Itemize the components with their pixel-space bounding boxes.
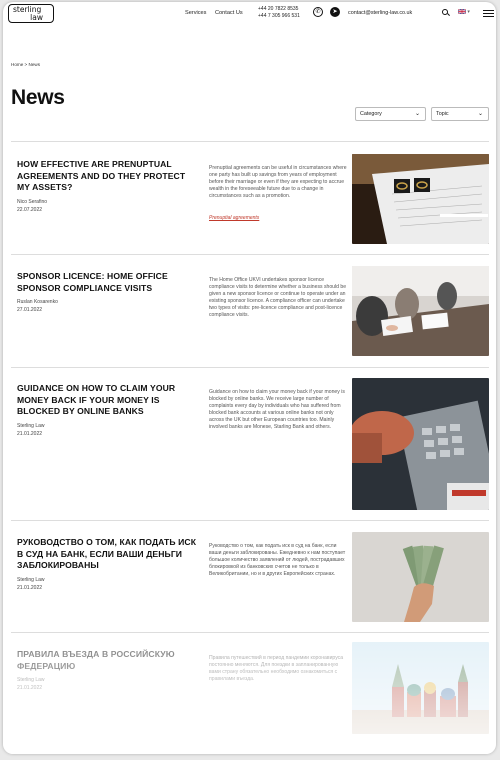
article-title[interactable]: HOW EFFECTIVE ARE PRENUPTUAL AGREEMENTS … [17,159,197,194]
category-filter[interactable]: Category ⌄ [355,107,426,121]
article-image[interactable] [352,378,489,510]
site-header: sterling law Services Contact Us +44 20 … [3,2,496,26]
article-image[interactable] [352,532,489,622]
divider [11,367,489,368]
email-link[interactable]: contact@sterling-law.co.uk [348,10,412,16]
logo-line2: law [30,12,43,22]
article-author: Ruslan Kosarenko [17,299,58,305]
article-date: 21.01.2022 [17,431,43,437]
red-square-kremlin-image [352,642,489,734]
site-logo[interactable]: sterling law [8,4,54,23]
chevron-down-icon: ▾ [467,9,470,15]
nav-contact-us[interactable]: Contact Us [215,10,243,16]
phone-2[interactable]: +44 7 305 966 531 [258,13,300,20]
article-author: Nico Serafino [17,199,48,205]
breadcrumb-separator: > [24,62,28,67]
menu-icon[interactable] [483,10,494,19]
hand-holding-money-image [352,532,489,622]
article-excerpt: Правила путешествий в период пандемии ко… [209,655,344,683]
search-icon[interactable] [442,9,448,15]
nav-services[interactable]: Services [185,10,206,16]
phone-numbers[interactable]: +44 20 7822 8535 +44 7 305 966 531 [258,6,300,20]
language-selector[interactable]: ▾ [457,8,470,15]
article-excerpt: The Home Office UKVI undertakes sponsor … [209,277,347,319]
category-filter-label: Category [360,111,382,117]
divider [11,141,489,142]
wedding-rings-image [352,154,489,244]
article-date: 21.01.2022 [17,685,43,691]
article-date: 21.01.2022 [17,585,43,591]
article-title[interactable]: SPONSOR LICENCE: HOME OFFICE SPONSOR COM… [17,271,197,294]
chevron-down-icon: ⌄ [477,111,483,117]
telegram-icon[interactable]: ➤ [330,7,340,17]
article-title[interactable]: ПРАВИЛА ВЪЕЗДА В РОССИЙСКУЮ ФЕДЕРАЦИЮ [17,649,197,672]
article-author: Sterling Law [17,577,45,583]
page-title: News [11,86,65,109]
topic-filter[interactable]: Topic ⌄ [431,107,489,121]
article-image[interactable] [352,266,489,356]
article-author: Sterling Law [17,677,45,683]
breadcrumb: Home > News [11,62,40,67]
article-excerpt: Prenuptial agreements can be useful in c… [209,165,347,200]
browser-page: sterling law Services Contact Us +44 20 … [3,2,496,754]
breadcrumb-current: News [28,62,41,67]
article-date: 22.07.2022 [17,207,43,213]
article-date: 27.01.2022 [17,307,43,313]
whatsapp-icon[interactable]: ✆ [313,7,323,17]
article-title[interactable]: РУКОВОДСТВО О ТОМ, КАК ПОДАТЬ ИСК В СУД … [17,537,197,572]
article-title[interactable]: GUIDANCE ON HOW TO CLAIM YOUR MONEY BACK… [17,383,197,418]
topic-filter-label: Topic [436,111,449,117]
chevron-down-icon: ⌄ [414,111,420,117]
divider [11,254,489,255]
divider [11,632,489,633]
article-image[interactable] [352,642,489,734]
article-excerpt: Guidance on how to claim your money back… [209,389,345,431]
flag-uk-icon [457,8,467,15]
article-excerpt: Руководство о том, как подать иск в суд … [209,543,346,578]
phone-1[interactable]: +44 20 7822 8535 [258,6,300,13]
meeting-table-image [352,266,489,356]
atm-keypad-image [352,378,489,510]
article-image[interactable] [352,154,489,244]
article-tag[interactable]: Prenuptial agreements [209,215,259,221]
breadcrumb-home[interactable]: Home [11,62,23,67]
article-author: Sterling Law [17,423,45,429]
divider [11,520,489,521]
